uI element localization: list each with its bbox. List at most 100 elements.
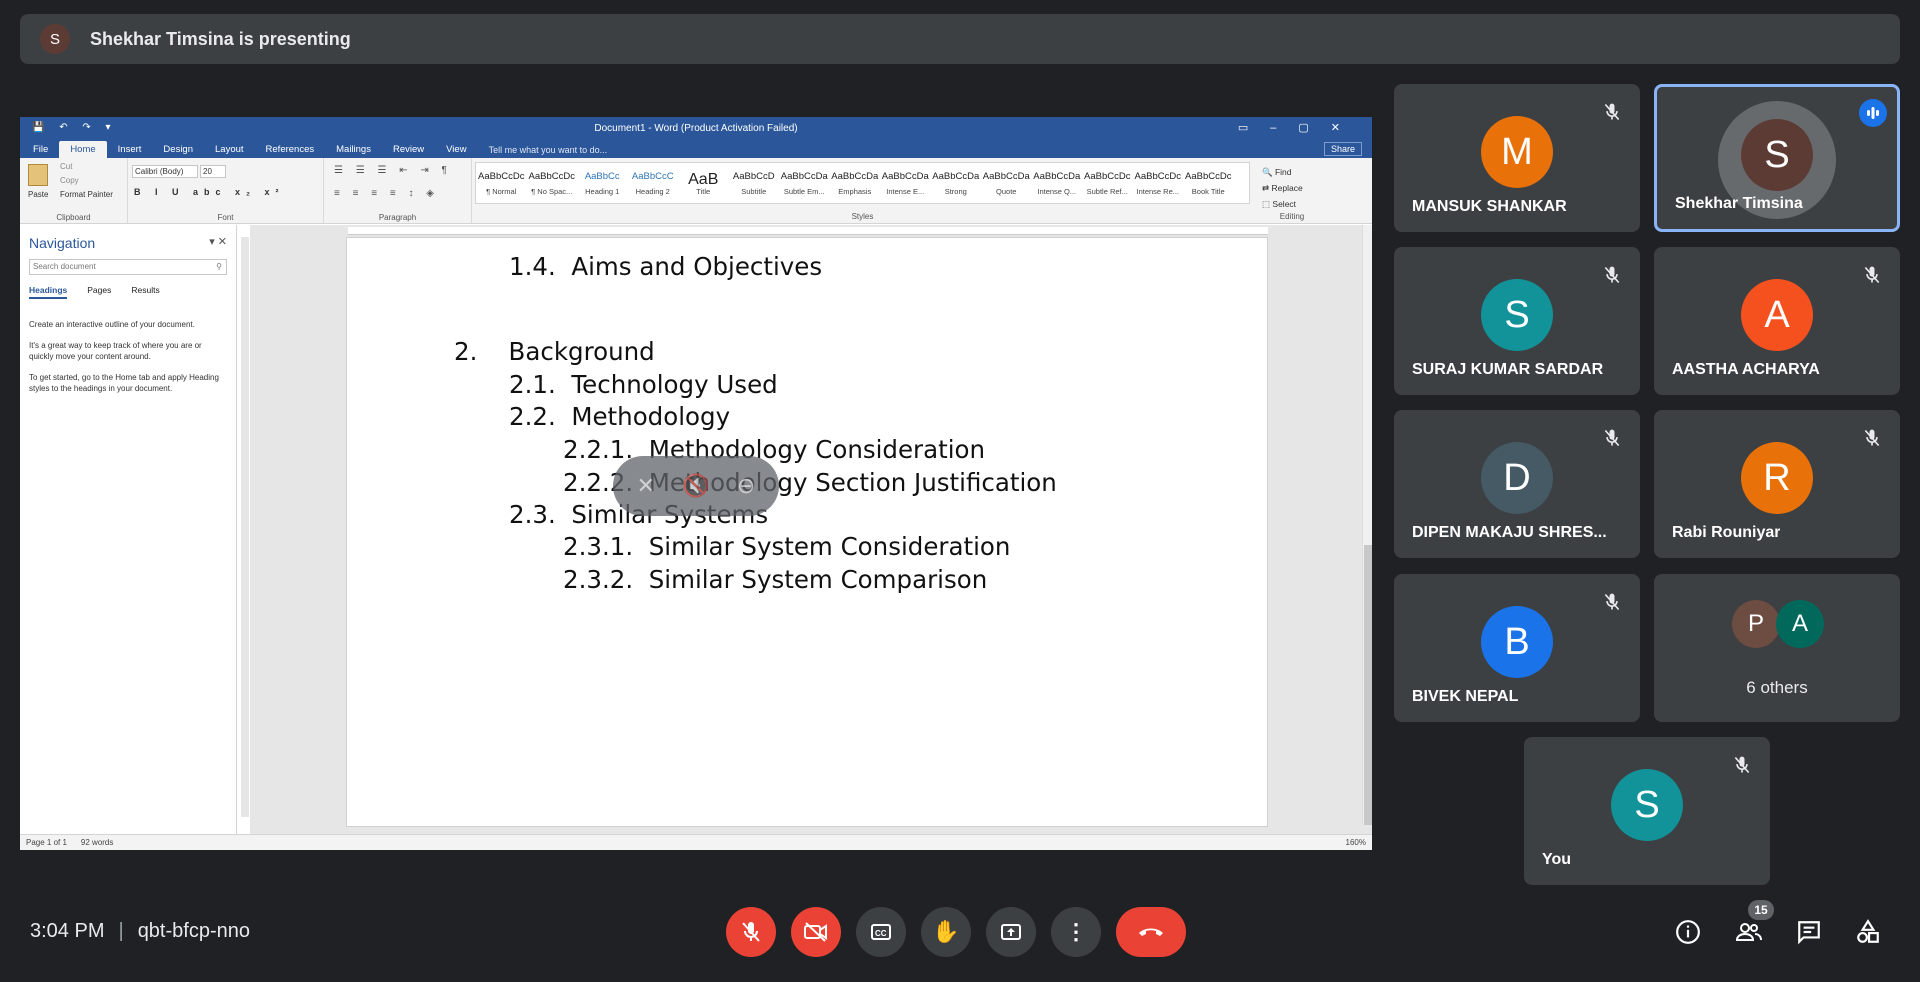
speaking-indicator-icon [1859, 99, 1887, 127]
style-option[interactable]: AaBbCcDa Quote [981, 163, 1032, 203]
heading-line: 1.4. Aims and Objectives [509, 252, 823, 281]
style-name: Subtitle [741, 187, 767, 196]
close-icon[interactable]: ▾ ✕ [209, 235, 227, 248]
mic-button[interactable] [726, 907, 776, 957]
tab-references[interactable]: References [255, 141, 326, 158]
pin-icon[interactable]: ✕ [637, 473, 655, 499]
minimize-icon[interactable]: ⊖ [737, 473, 755, 499]
share-button[interactable]: Share [1323, 142, 1362, 156]
style-option[interactable]: AaBbCcDc ¶ No Spac... [527, 163, 578, 203]
style-option[interactable]: AaBbCcDa Subtle Em... [779, 163, 830, 203]
style-option[interactable]: AaBbCcC Heading 2 [628, 163, 679, 203]
find-button[interactable]: 🔍 Find [1262, 164, 1303, 180]
participant-tile[interactable]: S SURAJ KUMAR SARDAR [1394, 247, 1640, 395]
cut-button[interactable]: Cut [60, 162, 72, 171]
nav-tab-headings[interactable]: Headings [29, 285, 68, 299]
zoom-level[interactable]: 160% [1346, 838, 1366, 847]
nav-tab-pages[interactable]: Pages [87, 285, 111, 299]
style-option[interactable]: AaBbCcDa Intense E... [880, 163, 931, 203]
paragraph-label: Paragraph [378, 213, 417, 222]
align-buttons[interactable]: ≡ ≡ ≡ ≡ ↕ ◈ [334, 188, 439, 199]
tab-home[interactable]: Home [59, 141, 107, 158]
style-sample: AaBbCcDc [1185, 171, 1232, 182]
chat-button[interactable] [1793, 916, 1825, 948]
style-name: Intense E... [886, 187, 925, 196]
tab-review[interactable]: Review [382, 141, 435, 158]
raise-hand-button[interactable]: ✋ [921, 907, 971, 957]
style-option[interactable]: AaBbCc Heading 1 [577, 163, 628, 203]
select-button[interactable]: ⬚ Select [1262, 196, 1303, 212]
avatar: A [1741, 279, 1813, 351]
participant-tile[interactable]: D DIPEN MAKAJU SHRES... [1394, 410, 1640, 558]
style-sample: AaBbCcDa [780, 171, 828, 182]
paste-icon[interactable] [28, 164, 48, 186]
style-option[interactable]: AaBbCcDa Emphasis [830, 163, 881, 203]
list-buttons[interactable]: ☰ ☰ ☰ ⇤ ⇥ ¶ [334, 165, 452, 176]
style-option[interactable]: AaBbCcDc Subtle Ref... [1082, 163, 1133, 203]
style-sample: AaBbCcDc [1084, 171, 1131, 182]
tab-insert[interactable]: Insert [107, 141, 153, 158]
style-sample: AaBbCcC [631, 171, 674, 182]
leave-call-button[interactable] [1116, 907, 1186, 957]
mute-presentation-icon[interactable]: 🔇 [682, 473, 709, 499]
presentation-controls: ✕ 🔇 ⊖ [613, 456, 779, 516]
copy-button[interactable]: Copy [60, 176, 79, 185]
replace-button[interactable]: ⇄ Replace [1262, 180, 1303, 196]
style-option[interactable]: AaBbCcDc Book Title [1183, 163, 1234, 203]
paste-label[interactable]: Paste [28, 190, 48, 199]
nav-help-text: It's a great way to keep track of where … [29, 341, 202, 361]
avatar: R [1741, 442, 1813, 514]
style-option[interactable]: AaBbCcDa Intense Q... [1032, 163, 1083, 203]
style-name: Book Title [1191, 187, 1225, 196]
font-format-buttons[interactable]: B I U abc x₂ x² [134, 187, 285, 197]
paragraph-group: ☰ ☰ ☰ ⇤ ⇥ ¶ ≡ ≡ ≡ ≡ ↕ ◈ Paragraph [324, 158, 472, 224]
style-option[interactable]: AaBbCcDa Strong [931, 163, 982, 203]
font-size-select[interactable]: 20 [200, 165, 226, 178]
style-option[interactable]: AaBbCcDc ¶ Normal [476, 163, 527, 203]
vertical-scrollbar[interactable] [1362, 225, 1372, 825]
participant-tile[interactable]: R Rabi Rouniyar [1654, 410, 1900, 558]
people-button[interactable] [1733, 916, 1765, 948]
people-count-badge: 15 [1748, 900, 1774, 920]
style-sample: AaB [688, 171, 719, 187]
tab-view[interactable]: View [435, 141, 477, 158]
tab-file[interactable]: File [22, 141, 59, 158]
format-painter-button[interactable]: Format Painter [60, 190, 113, 199]
tab-layout[interactable]: Layout [204, 141, 255, 158]
self-tile[interactable]: S You [1524, 737, 1770, 885]
font-name-select[interactable]: Calibri (Body) [132, 165, 198, 178]
captions-button[interactable]: CC [856, 907, 906, 957]
style-option[interactable]: AaBbCcD Subtitle [729, 163, 780, 203]
avatar: S [1741, 119, 1813, 191]
style-option[interactable]: AaB Title [678, 163, 729, 203]
avatar: S [1611, 769, 1683, 841]
ribbon-tabs: File Home Insert Design Layout Reference… [20, 140, 1372, 158]
navigation-title: Navigation [29, 235, 96, 251]
participant-tile[interactable]: B BIVEK NEPAL [1394, 574, 1640, 722]
avatar: B [1481, 606, 1553, 678]
participant-name: Rabi Rouniyar [1672, 524, 1781, 541]
mic-off-icon [1858, 261, 1886, 289]
style-sample: AaBbCc [584, 171, 620, 182]
page-count: Page 1 of 1 [26, 838, 67, 847]
style-option[interactable]: AaBbCcDc Intense Re... [1133, 163, 1184, 203]
search-document-input[interactable]: Search document ⚲ [29, 259, 227, 275]
participant-name: MANSUK SHANKAR [1412, 198, 1567, 215]
camera-button[interactable] [791, 907, 841, 957]
present-button[interactable] [986, 907, 1036, 957]
tab-design[interactable]: Design [152, 141, 204, 158]
participant-tile[interactable]: M MANSUK SHANKAR [1394, 84, 1640, 232]
tell-me-box[interactable]: Tell me what you want to do... [478, 142, 619, 158]
activities-button[interactable] [1852, 916, 1884, 948]
info-icon [1676, 920, 1700, 944]
tab-mailings[interactable]: Mailings [325, 141, 382, 158]
document-page[interactable]: 1.4. Aims and Objectives 2. Background 2… [346, 237, 1268, 827]
participant-tile[interactable]: S Shekhar Timsina [1654, 84, 1900, 232]
presenting-text: Shekhar Timsina is presenting [90, 28, 351, 49]
style-sample: AaBbCcD [732, 171, 775, 182]
nav-tab-results[interactable]: Results [131, 285, 159, 299]
meeting-details-button[interactable] [1672, 916, 1704, 948]
participant-tile[interactable]: A AASTHA ACHARYA [1654, 247, 1900, 395]
others-tile[interactable]: P A 6 others [1654, 574, 1900, 722]
more-options-button[interactable]: ⋮ [1051, 907, 1101, 957]
